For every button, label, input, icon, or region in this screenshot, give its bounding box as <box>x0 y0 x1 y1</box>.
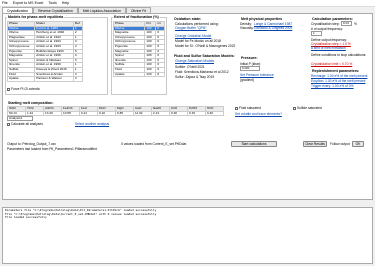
models-cell-model[interactable]: Harrison & Watson <box>34 76 74 82</box>
sulfide-saturated-label: Sulfide saturated <box>297 106 322 110</box>
composition-value[interactable]: 1.44 <box>25 110 44 117</box>
pressure-gradient-label: (gradient) <box>240 78 255 82</box>
composition-value[interactable]: 0.16 <box>97 110 116 117</box>
viscosity-link[interactable]: Giordano & Dingwell 2003 <box>254 26 292 30</box>
composition-value[interactable]: 50.13 <box>7 110 26 117</box>
output-file-label: Output to: Petrolog_Output_7.csv <box>7 142 56 146</box>
fluid-saturated-box[interactable] <box>235 106 238 110</box>
crystallization-limit-link[interactable]: Crystallization limit = 0.70 % <box>311 62 352 66</box>
pressure-title: Pressure: <box>240 56 259 60</box>
models-title: Models for phase-melt equilibria <box>7 15 65 19</box>
app-window: File Export to MS Excel Tools Help Cryst… <box>0 0 375 266</box>
models-row[interactable]: Apatite Harrison & Watson 4 <box>6 76 84 82</box>
force-cotectic-checkbox[interactable]: Force PI-Ol cotectic <box>7 87 40 91</box>
composition-value[interactable]: 0.40 <box>205 110 224 117</box>
crystallization-pane: Models for phase-melt equilibria Phase M… <box>2 13 373 200</box>
pressure-tolerance-link[interactable]: Set Pressure tolerance <box>240 73 274 77</box>
fract-cell-nn[interactable]: 0 <box>155 71 165 78</box>
console-line: File loaded successfully <box>5 215 47 220</box>
composition-value[interactable]: 11.02 <box>133 110 152 117</box>
change-oxidation-link[interactable]: Change Oxidation Model <box>175 34 211 38</box>
select-analysis-link[interactable]: Select another analysis <box>75 122 109 126</box>
composition-title: Starting melt composition: <box>7 101 55 105</box>
fluid-saturated-checkbox[interactable]: Fluid saturated <box>235 106 261 110</box>
stop-conditions-label: Define conditions to stop calculations: <box>311 53 367 57</box>
menu-tools[interactable]: Tools <box>48 1 56 5</box>
step-input[interactable]: 0.01 <box>341 21 352 26</box>
menu-help[interactable]: Help <box>62 1 69 5</box>
menu-file[interactable]: File <box>2 1 8 5</box>
oxidation-model-text: Model for Fe-blocks on all 2018 <box>175 39 221 43</box>
initial-pressure-input[interactable]: 0.001 <box>240 66 260 71</box>
models-cell-ref[interactable]: 4 <box>72 76 84 82</box>
recharge-link[interactable]: Recharge: 1.00 e% of the melt present <box>311 74 367 78</box>
fract-cell-frct[interactable]: 100 <box>144 71 157 78</box>
viscosity-label: Viscosity: <box>240 26 254 30</box>
oxygen-buffer-link[interactable]: Oxygen Buffer "QFM" <box>175 26 207 30</box>
composition-value[interactable]: 0.15 <box>187 110 206 117</box>
models-cell-phase[interactable]: Apatite <box>6 76 36 82</box>
composition-value[interactable]: 0.30 <box>169 110 188 117</box>
analysis-name-field[interactable]: Analysis1 <box>7 116 33 121</box>
force-cotectic-box[interactable] <box>7 87 10 91</box>
melt-extraction-link[interactable]: A limit of melt extraction <box>311 46 346 50</box>
fractionation-table: Phase frct nn Olivine 100 0 Magnetite 100 0 Cl… <box>112 21 165 78</box>
clear-results-button[interactable]: Clear Results <box>303 141 327 147</box>
fluid-model-text: Fluid: Sverdlova-Marianso et al 2012 <box>175 70 229 74</box>
calculate-all-box[interactable] <box>7 122 10 126</box>
sulfide-saturated-box[interactable] <box>293 106 296 110</box>
params-loaded-label: Parameters last loaded from Pit_Paramete… <box>7 147 97 151</box>
oxidation-title: Oxidation state: <box>173 17 203 21</box>
sulfur-model-text: Sulfur: Zajacz & Tsay 2019 <box>175 75 215 79</box>
change-saturation-link[interactable]: Change Saturation Models <box>175 59 214 63</box>
fractionation-title: Extent of fractionation (%) <box>113 15 160 19</box>
composition-value[interactable]: 10.58 <box>61 110 80 117</box>
step-label: Crystallization step: <box>311 22 340 26</box>
melt-title: Melt physical properties <box>240 17 284 21</box>
follow-output-label: Follow output <box>330 142 350 146</box>
values-loaded-label: 0 values loaded from Current_E_set.PHDda… <box>121 142 187 146</box>
fract-row[interactable]: Apatite 100 0 <box>112 71 165 78</box>
trigger-link[interactable]: Trigger every: 1.00 e% of 0% <box>311 84 354 88</box>
sulfide-model-text: Sulfide: O'Neill 2021 <box>175 65 205 69</box>
replenish-title: Replenishment parameters: <box>311 69 361 73</box>
composition-value[interactable]: 0.21 <box>79 110 98 117</box>
composition-value[interactable]: 13.30 <box>43 110 62 117</box>
start-calculations-button[interactable]: Start calculations <box>231 141 277 147</box>
sulfide-saturated-checkbox[interactable]: Sulfide saturated <box>293 106 322 110</box>
step-unit: % <box>354 22 357 26</box>
calculate-all-checkbox[interactable]: Calculate all analyses <box>7 122 43 126</box>
menu-bar: File Export to MS Excel Tools Help <box>0 0 375 7</box>
console-output: Parameters file "C:\Programs\Petrolog\Da… <box>2 207 373 264</box>
fluid-title: Fluid and Sulfur Saturation Models: <box>173 54 236 58</box>
composition-table: SiO2 TiO2 Al2O3 Fe2O3 FeO MnO MgO CaO Na2O K2O P2O… <box>7 106 224 117</box>
menu-export[interactable]: Export to MS Excel <box>13 1 44 5</box>
models-table: Phase Model Ref Olivine Ford et al. 1983 1… <box>6 21 84 82</box>
composition-value[interactable]: 6.86 <box>115 110 134 117</box>
fluid-saturated-label: Fluid saturated <box>239 106 261 110</box>
ok-button[interactable]: OK <box>352 141 364 147</box>
oxidation-model-ref: Model for Si : O'Neill & Mavrogenes 2022 <box>175 44 236 48</box>
output-freq-input[interactable]: 1 <box>311 31 322 36</box>
composition-value[interactable]: 2.14 <box>151 110 170 117</box>
calculate-all-label: Calculate all analyses <box>11 122 43 126</box>
eruption-link[interactable]: Eruption: 1.00 e% of the melt present <box>311 79 365 83</box>
force-cotectic-label: Force PI-Ol cotectic <box>11 87 40 91</box>
volatile-trace-link[interactable]: Set volatile and trace elements? <box>235 112 282 116</box>
fract-cell-phase[interactable]: Apatite <box>112 71 146 78</box>
